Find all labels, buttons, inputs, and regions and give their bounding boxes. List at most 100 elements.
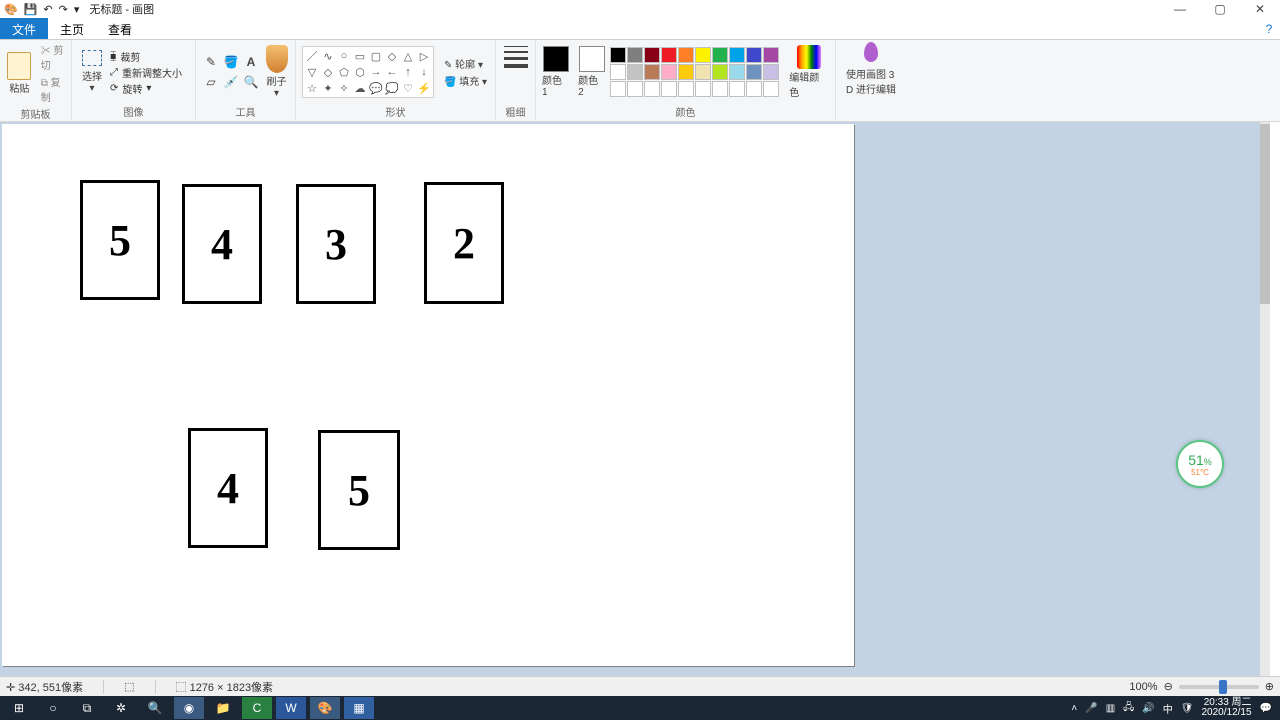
color-swatch[interactable] <box>678 47 694 63</box>
clock[interactable]: 20:33 周二 2020/12/15 <box>1201 698 1251 718</box>
color-swatch[interactable] <box>678 64 694 80</box>
resize-button[interactable]: ⤢重新调整大小 <box>110 65 182 80</box>
color-swatch[interactable] <box>763 81 779 97</box>
color-swatch[interactable] <box>712 81 728 97</box>
text-tool[interactable]: A <box>242 53 260 71</box>
brushes-button[interactable]: 刷子 ▾ <box>264 45 289 99</box>
group-image: 选择 ▾ ⧯裁剪 ⤢重新调整大小 ⟳旋转 ▾ 图像 <box>72 40 196 121</box>
volume-icon[interactable]: 🔊 <box>1142 703 1154 714</box>
zoom-slider[interactable] <box>1179 685 1259 689</box>
color-swatch[interactable] <box>729 81 745 97</box>
qat-dropdown-icon[interactable]: ▾ <box>74 3 80 16</box>
ime-indicator[interactable]: 中 <box>1163 701 1173 716</box>
color1-button[interactable]: 颜色 1 <box>542 46 570 98</box>
mic-icon[interactable]: 🎤 <box>1085 703 1097 714</box>
color-palette[interactable] <box>610 47 779 97</box>
color-swatch[interactable] <box>627 81 643 97</box>
color-swatch[interactable] <box>746 81 762 97</box>
color-swatch[interactable] <box>695 64 711 80</box>
app-chrome[interactable]: ◉ <box>174 697 204 719</box>
help-button[interactable]: ? <box>1258 18 1280 39</box>
shape-outline-button[interactable]: ✎ 轮廓 ▾ <box>444 56 487 71</box>
app-devtools[interactable]: ▦ <box>344 697 374 719</box>
color-swatch[interactable] <box>729 64 745 80</box>
magnifier-tool[interactable]: 🔍 <box>242 73 260 91</box>
color-swatch[interactable] <box>610 64 626 80</box>
app-word[interactable]: W <box>276 697 306 719</box>
app-explorer[interactable]: 📁 <box>208 697 238 719</box>
color-swatch[interactable] <box>644 47 660 63</box>
color-swatch[interactable] <box>610 47 626 63</box>
save-icon[interactable]: 💾 <box>24 3 38 16</box>
color-swatch[interactable] <box>644 64 660 80</box>
network-icon[interactable]: 🖧 <box>1123 700 1134 717</box>
color-swatch[interactable] <box>695 47 711 63</box>
close-button[interactable]: ✕ <box>1240 0 1280 18</box>
color-swatch[interactable] <box>729 47 745 63</box>
battery-icon[interactable]: ▥ <box>1106 703 1115 714</box>
color-swatch[interactable] <box>763 64 779 80</box>
canvas[interactable]: 543245 <box>2 124 854 666</box>
color-swatch[interactable] <box>746 47 762 63</box>
edit-colors-button[interactable]: 编辑颜色 <box>789 45 829 99</box>
system-monitor-widget[interactable]: 51% 51°C <box>1176 440 1224 488</box>
notifications-icon[interactable]: 💬 <box>1260 703 1272 714</box>
group-tools: ✎ 🪣 A ▱ 💉 🔍 刷子 ▾ 工具 <box>196 40 296 121</box>
color2-button[interactable]: 颜色 2 <box>578 46 606 98</box>
maximize-button[interactable]: ▢ <box>1200 0 1240 18</box>
ribbon: 粘贴 ✂ 剪切 ⧉ 复制 剪贴板 选择 ▾ ⧯裁剪 ⤢重新调整大小 ⟳旋转 ▾ … <box>0 40 1280 122</box>
app-paint[interactable]: 🎨 <box>310 697 340 719</box>
crop-button[interactable]: ⧯裁剪 <box>110 49 182 64</box>
zoom-out-button[interactable]: ⊖ <box>1164 680 1173 693</box>
paint3d-button[interactable]: 使用画图 3D 进行编辑 <box>846 66 896 96</box>
search-button[interactable]: 🔍 <box>140 697 170 719</box>
size-button[interactable] <box>504 42 528 68</box>
shape-fill-button[interactable]: 🪣 填充 ▾ <box>444 73 487 88</box>
app-pinwheel[interactable]: ✲ <box>106 697 136 719</box>
select-button[interactable]: 选择 ▾ <box>78 50 106 94</box>
color-swatch[interactable] <box>712 64 728 80</box>
color-swatch[interactable] <box>627 64 643 80</box>
pencil-tool[interactable]: ✎ <box>202 53 220 71</box>
tab-home[interactable]: 主页 <box>48 18 96 39</box>
color-swatch[interactable] <box>627 47 643 63</box>
cortana-button[interactable]: ○ <box>38 697 68 719</box>
vertical-scrollbar[interactable] <box>1260 122 1270 686</box>
redo-icon[interactable]: ↷ <box>59 3 68 16</box>
zoom-in-button[interactable]: ⊕ <box>1265 680 1274 693</box>
group-label: 粗细 <box>496 104 535 121</box>
paste-button[interactable]: 粘贴 <box>6 43 33 103</box>
color-swatch[interactable] <box>746 64 762 80</box>
color-swatch[interactable] <box>644 81 660 97</box>
tray-chevron-icon[interactable]: ˄ <box>1071 703 1077 714</box>
color-swatch[interactable] <box>610 81 626 97</box>
start-button[interactable]: ⊞ <box>4 697 34 719</box>
taskview-button[interactable]: ⧉ <box>72 697 102 719</box>
group-label: 颜色 <box>536 104 835 121</box>
eraser-tool[interactable]: ▱ <box>202 73 220 91</box>
fill-tool[interactable]: 🪣 <box>222 53 240 71</box>
picker-tool[interactable]: 💉 <box>222 73 240 91</box>
security-icon[interactable]: 🛡 <box>1181 703 1194 714</box>
undo-icon[interactable]: ↶ <box>43 3 52 16</box>
color-swatch[interactable] <box>661 47 677 63</box>
color-swatch[interactable] <box>661 64 677 80</box>
group-size: 粗细 <box>496 40 536 121</box>
paint-icon: 🎨 <box>4 3 18 16</box>
color-swatch[interactable] <box>712 47 728 63</box>
shapes-gallery[interactable]: ／∿○▭▢◇△▷ ▽◇⬠⬡→←↑↓ ☆✦✧☁💬💭♡⚡ <box>302 46 434 98</box>
color-swatch[interactable] <box>695 81 711 97</box>
app-camtasia[interactable]: C <box>242 697 272 719</box>
color-swatch[interactable] <box>661 81 677 97</box>
color-swatch[interactable] <box>763 47 779 63</box>
color-swatch[interactable] <box>678 81 694 97</box>
cut-button[interactable]: ✂ 剪切 <box>41 42 65 72</box>
scrollbar-thumb[interactable] <box>1260 124 1270 304</box>
quick-access-toolbar: 🎨 💾 ↶ ↷ ▾ <box>4 3 79 16</box>
minimize-button[interactable]: — <box>1160 0 1200 18</box>
rotate-button[interactable]: ⟳旋转 ▾ <box>110 81 182 96</box>
tab-file[interactable]: 文件 <box>0 18 48 39</box>
group-colors: 颜色 1 颜色 2 编辑颜色 颜色 <box>536 40 836 121</box>
copy-button[interactable]: ⧉ 复制 <box>41 74 65 104</box>
tab-view[interactable]: 查看 <box>96 18 144 39</box>
